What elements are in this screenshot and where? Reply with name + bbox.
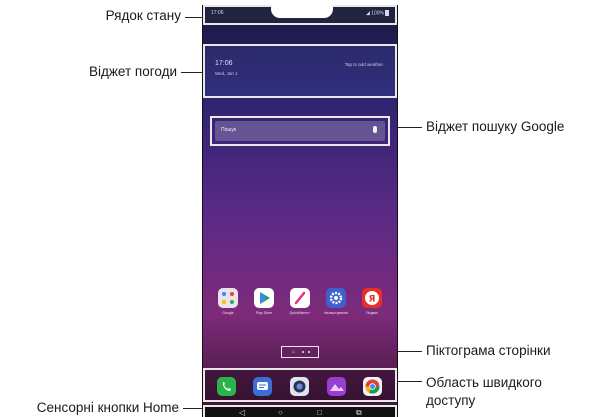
home-touch-buttons: ◁ ○ □ ⧉ [203,405,397,417]
phone-icon[interactable] [217,377,236,396]
camera-icon[interactable] [290,377,309,396]
app-label: Яндекс [366,311,378,315]
quick-access-callout-line2: доступу [426,393,476,408]
weather-time: 17:06 [215,60,233,67]
weather-date: Wed, Jan 1 [215,71,238,76]
app-label: Play Store [255,311,273,315]
dual-window-icon[interactable]: ⧉ [356,408,362,417]
app-label: Налаштування [323,311,349,315]
search-placeholder: Пошук [221,127,237,133]
app-play-store[interactable]: Play Store [251,288,277,315]
microphone-icon[interactable] [373,126,377,133]
signal-battery-text: ◢ 100% [365,10,384,17]
quick-access-area [203,368,397,402]
google-search-widget-callout: Віджет пошуку Google [426,119,565,134]
google-folder-icon [218,288,238,308]
home-touch-buttons-callout: Сенсорні кнопки Home [36,400,179,415]
status-indicators: ◢ 100% [366,10,389,16]
svg-text:Я: Я [369,295,376,305]
home-icon[interactable]: ○ [278,408,283,417]
app-label: QuickMemo+ [289,311,311,315]
app-quickmemo[interactable]: QuickMemo+ [287,288,313,315]
page-dot [308,351,310,353]
back-icon[interactable]: ◁ [239,408,245,417]
google-search-widget[interactable]: Пошук [210,116,390,146]
page-dot [302,351,304,353]
status-bar-callout: Рядок стану [105,8,181,23]
status-bar: 17:06 ◢ 100% [203,5,397,25]
page-icon-callout: Піктограма сторінки [426,343,551,358]
app-google[interactable]: Google [215,288,241,315]
status-time: 17:06 [211,10,224,16]
phone-screen: 17:06 ◢ 100% 17:06 Wed, Jan 1 Tap to add… [202,5,398,417]
messages-icon[interactable] [253,377,272,396]
home-app-row: Google Play Store QuickMemo+ Налаштуванн… [215,288,385,324]
app-label: Google [222,311,234,315]
app-settings[interactable]: Налаштування [323,288,349,315]
gallery-icon[interactable] [327,377,346,396]
search-input[interactable]: Пошук [215,121,385,141]
app-yandex[interactable]: Я Яндекс [359,288,385,315]
page-indicator[interactable]: ⌂ [281,346,319,358]
settings-icon [326,288,346,308]
quick-access-leader [394,381,422,382]
weather-widget[interactable]: 17:06 Wed, Jan 1 Tap to add weather [203,44,397,98]
overview-icon[interactable]: □ [317,408,322,417]
home-page-icon: ⌂ [292,349,296,355]
weather-widget-callout: Віджет погоди [89,64,177,79]
yandex-icon: Я [362,288,382,308]
quickmemo-icon [290,288,310,308]
battery-icon [385,10,389,16]
play-store-icon [254,288,274,308]
quick-access-callout-line1: Область швидкого [426,375,542,390]
display-notch [271,5,333,18]
weather-hint: Tap to add weather [344,62,383,67]
chrome-icon[interactable] [363,377,382,396]
